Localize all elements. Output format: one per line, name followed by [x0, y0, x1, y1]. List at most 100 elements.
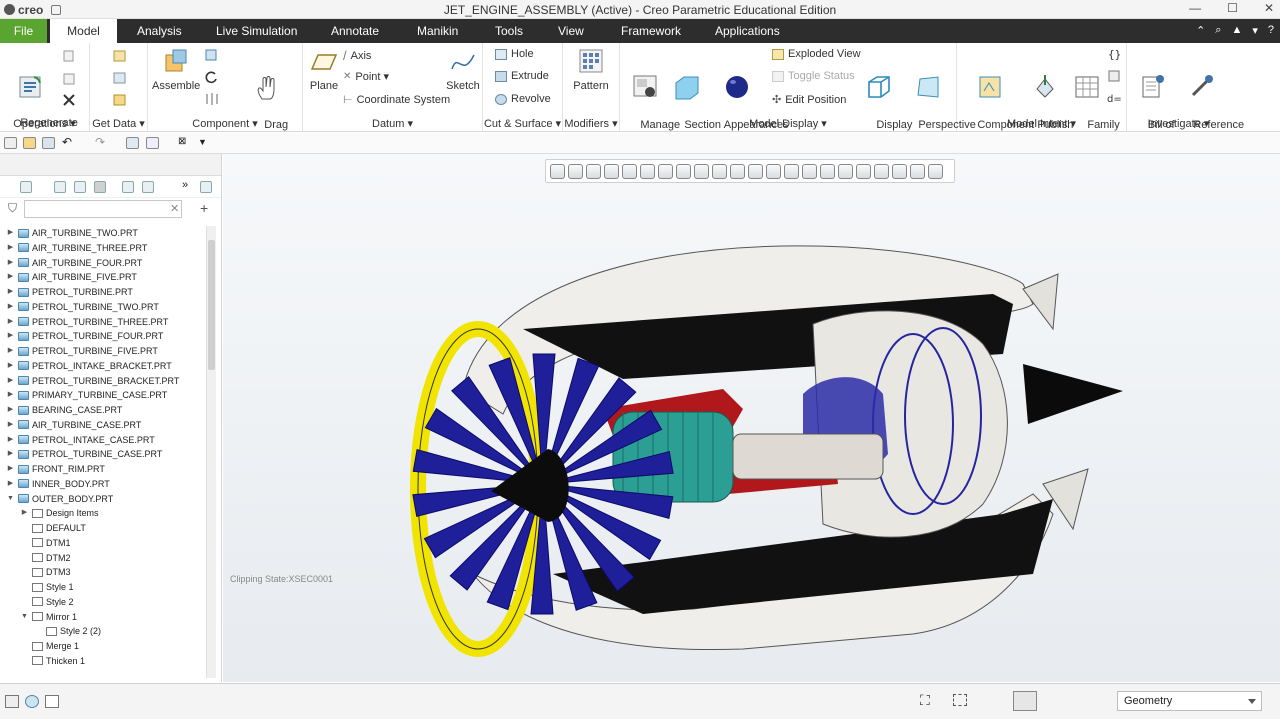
- selection-box-icon[interactable]: [953, 694, 967, 706]
- expand-arrow-icon[interactable]: ▶: [6, 285, 15, 299]
- expand-arrow-icon[interactable]: ▼: [6, 492, 15, 506]
- tab-manikin[interactable]: Manikin: [417, 19, 458, 43]
- expand-arrow-icon[interactable]: ▶: [6, 344, 15, 358]
- expand-arrow-icon[interactable]: ▶: [6, 315, 15, 329]
- expand-arrow-icon[interactable]: ▶: [6, 241, 15, 255]
- tree-part-row[interactable]: ▶ AIR_TURBINE_CASE.PRT: [0, 418, 142, 432]
- tree-part-row[interactable]: ▶ AIR_TURBINE_TWO.PRT: [0, 226, 138, 240]
- save-icon[interactable]: [42, 137, 55, 149]
- tree-part-row[interactable]: ▶ PETROL_TURBINE_CASE.PRT: [0, 447, 163, 461]
- tree-filter-icon[interactable]: [74, 181, 86, 193]
- shrinkwrap-icon[interactable]: [112, 93, 128, 107]
- tab-view[interactable]: View: [558, 19, 584, 43]
- edit-position-button[interactable]: ✣ Edit Position: [772, 93, 846, 107]
- group-label-modifiers[interactable]: Modifiers ▾: [563, 117, 619, 130]
- add-filter-icon[interactable]: +: [200, 200, 208, 216]
- tree-part-row[interactable]: ▶ INNER_BODY.PRT: [0, 477, 110, 491]
- expand-arrow-icon[interactable]: ▶: [6, 433, 15, 447]
- tab-file[interactable]: File: [0, 19, 47, 43]
- redo-icon[interactable]: ↷: [95, 135, 108, 149]
- find-icon[interactable]: ⛶: [920, 692, 930, 709]
- graphics-viewport[interactable]: Clipping State:XSEC0001: [223, 154, 1280, 682]
- expand-arrow-icon[interactable]: ▶: [6, 226, 15, 240]
- tree-search-input[interactable]: [24, 200, 182, 218]
- tab-applications[interactable]: Applications: [715, 19, 780, 43]
- layers-icon[interactable]: [200, 181, 212, 193]
- paste-icon[interactable]: [62, 71, 76, 85]
- tree-part-row[interactable]: ▶ PETROL_TURBINE_FIVE.PRT: [0, 344, 158, 358]
- tree-scrollbar[interactable]: [206, 226, 216, 678]
- tree-feature-row[interactable]: Style 2 (2): [0, 624, 101, 638]
- expand-arrow-icon[interactable]: ▶: [6, 329, 15, 343]
- windows-icon[interactable]: [146, 137, 159, 149]
- tree-feature-row[interactable]: Style 2: [0, 595, 74, 609]
- maximize-button[interactable]: ☐: [1227, 1, 1238, 15]
- tab-live-simulation[interactable]: Live Simulation: [216, 19, 297, 43]
- parameters-icon[interactable]: d=: [1107, 91, 1121, 105]
- expand-arrow-icon[interactable]: ▶: [6, 388, 15, 402]
- tree-part-row[interactable]: ▶ AIR_TURBINE_FIVE.PRT: [0, 270, 137, 284]
- undo-icon[interactable]: ↶: [62, 135, 75, 149]
- search-icon[interactable]: ⌕: [1215, 24, 1221, 37]
- regenerate-small-icon[interactable]: [126, 137, 139, 149]
- tree-part-row[interactable]: ▶ PETROL_INTAKE_CASE.PRT: [0, 433, 155, 447]
- open-icon[interactable]: [23, 137, 36, 149]
- expand-arrow-icon[interactable]: ▼: [20, 610, 29, 624]
- hole-button[interactable]: Hole: [495, 48, 534, 60]
- tree-part-row[interactable]: ▶ PETROL_TURBINE.PRT: [0, 285, 133, 299]
- delete-icon[interactable]: [62, 93, 76, 107]
- tree-part-row[interactable]: ▶ PETROL_TURBINE_THREE.PRT: [0, 315, 169, 329]
- coordinate-system-button[interactable]: ⊢ Coordinate System: [343, 93, 450, 107]
- tree-feature-row[interactable]: DTM2: [0, 551, 71, 565]
- tree-part-row[interactable]: ▼ OUTER_BODY.PRT: [0, 492, 113, 506]
- tree-feature-row[interactable]: DTM3: [0, 565, 71, 579]
- toggle-status-button[interactable]: Toggle Status: [772, 70, 855, 82]
- tree-part-row[interactable]: ▶ PETROL_INTAKE_BRACKET.PRT: [0, 359, 172, 373]
- tree-feature-row[interactable]: DEFAULT: [0, 521, 86, 535]
- expand-arrow-icon[interactable]: ▶: [20, 506, 29, 520]
- repeat-icon[interactable]: [204, 70, 220, 84]
- clear-search-icon[interactable]: ✕: [170, 202, 179, 215]
- group-label-model-display[interactable]: Model Display ▾: [620, 117, 956, 130]
- expand-arrow-icon[interactable]: ▶: [6, 462, 15, 476]
- sketch-button[interactable]: Sketch: [446, 47, 480, 93]
- show-navigator-icon[interactable]: [5, 695, 19, 708]
- group-label-get-data[interactable]: Get Data ▾: [90, 117, 147, 130]
- group-label-datum[interactable]: Datum ▾: [303, 117, 482, 130]
- expand-arrow-icon[interactable]: ▶: [6, 374, 15, 388]
- group-label-investigate[interactable]: Investigate ▾: [1127, 117, 1230, 130]
- extrude-button[interactable]: Extrude: [495, 70, 549, 82]
- show-browser-icon[interactable]: [25, 695, 39, 708]
- point-button[interactable]: ✕ Point ▾: [343, 70, 389, 83]
- group-label-operations[interactable]: Operations ▾: [0, 117, 89, 130]
- settings-icon[interactable]: ▾: [1252, 24, 1258, 37]
- copy-icon[interactable]: [62, 49, 76, 63]
- group-label-component[interactable]: Component ▾: [148, 117, 302, 130]
- tree-feature-row[interactable]: Thicken 1: [0, 654, 85, 668]
- tab-analysis[interactable]: Analysis: [137, 19, 182, 43]
- expand-arrow-icon[interactable]: ▶: [6, 447, 15, 461]
- expand-arrow-icon[interactable]: ▶: [6, 300, 15, 314]
- show-icon[interactable]: [94, 181, 106, 193]
- funnel-icon[interactable]: ⛉: [8, 201, 17, 216]
- selection-filter-dropdown[interactable]: Geometry: [1117, 691, 1262, 711]
- tree-part-row[interactable]: ▶ PETROL_TURBINE_BRACKET.PRT: [0, 374, 180, 388]
- model-tree-icon[interactable]: [20, 181, 32, 193]
- copy-geometry-icon[interactable]: [112, 71, 128, 85]
- new-component-icon[interactable]: [204, 48, 220, 62]
- tree-part-row[interactable]: ▶ AIR_TURBINE_FOUR.PRT: [0, 256, 143, 270]
- tree-feature-row[interactable]: DTM1: [0, 536, 71, 550]
- collapse-ribbon-icon[interactable]: ⌃: [1196, 24, 1205, 37]
- new-icon[interactable]: [4, 137, 17, 149]
- tree-settings-icon[interactable]: [122, 181, 134, 193]
- expand-arrow-icon[interactable]: ▶: [6, 256, 15, 270]
- tree-feature-row[interactable]: ▶ Design Items: [0, 506, 99, 520]
- hat-icon[interactable]: ▲: [1231, 24, 1242, 37]
- expand-arrow-icon[interactable]: ▶: [6, 403, 15, 417]
- customize-qat-icon[interactable]: ▼: [198, 137, 211, 149]
- selected-items-icon[interactable]: [1013, 691, 1037, 711]
- relations-icon[interactable]: {}: [1107, 47, 1121, 61]
- group-label-model-intent[interactable]: Model Intent ▾: [957, 117, 1126, 130]
- pattern-button[interactable]: Pattern: [569, 47, 613, 93]
- tab-annotate[interactable]: Annotate: [331, 19, 379, 43]
